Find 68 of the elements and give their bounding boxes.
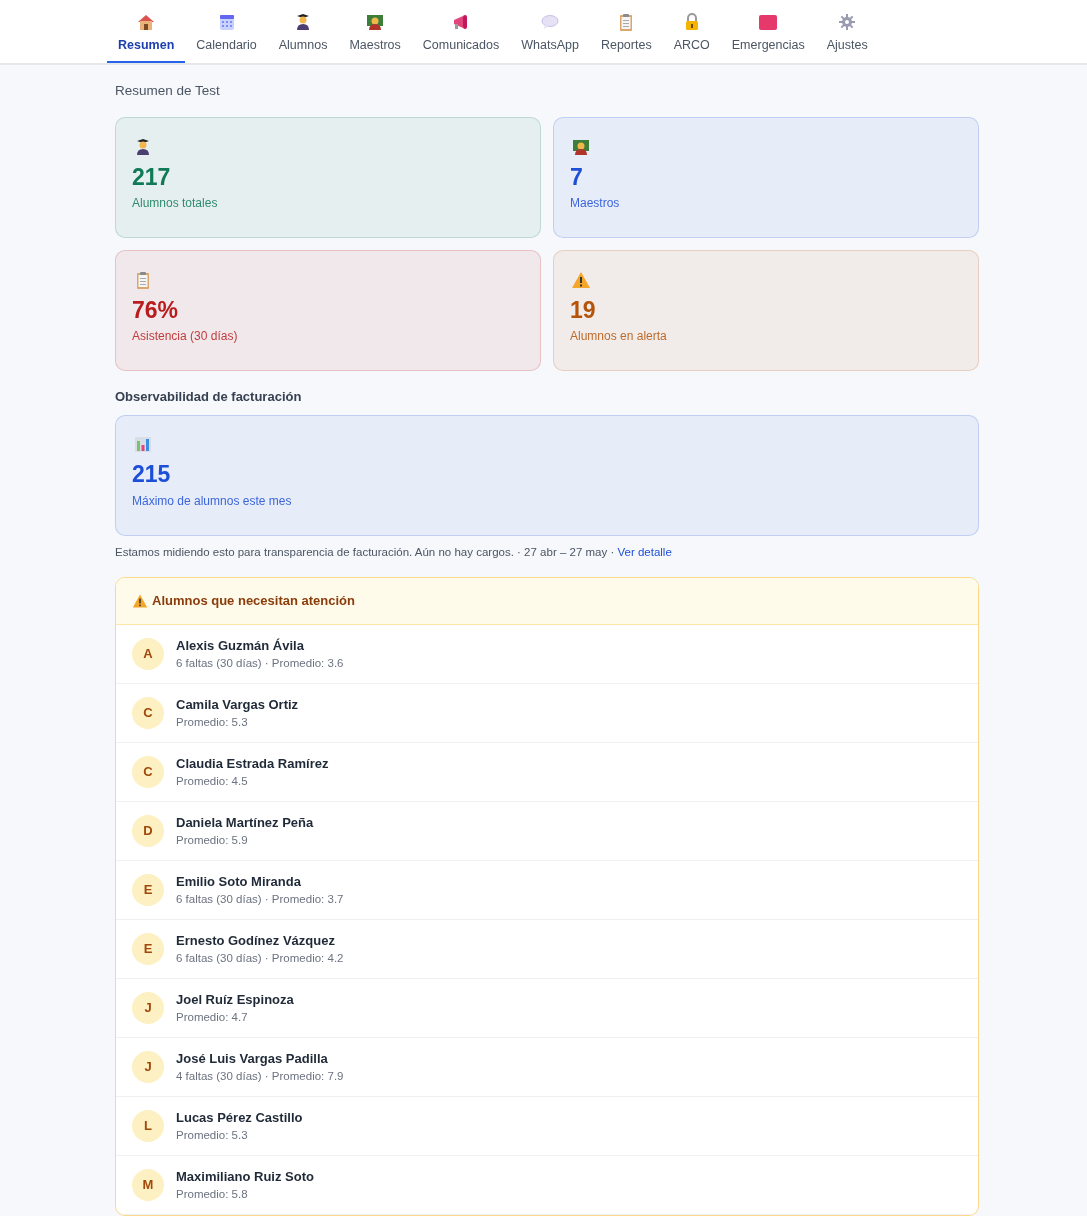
student-name: Emilio Soto Miranda	[176, 872, 302, 891]
stat-value: 215	[132, 462, 172, 488]
panel-title: Alumnos que necesitan atención	[152, 592, 355, 611]
nav-tab[interactable]: Alumnos	[267, 0, 339, 63]
student-row[interactable]: C Camila Vargas Ortiz Promedio: 5.3	[116, 684, 978, 743]
student-name: Claudia Estrada Ramírez	[176, 754, 329, 773]
stat-value: 217	[132, 164, 172, 191]
nav-tab[interactable]: ARCO	[662, 0, 721, 63]
student-detail: Promedio: 5.8	[176, 1187, 249, 1203]
nav-tab[interactable]: Maestros	[338, 0, 412, 63]
bar-chart-icon	[132, 434, 154, 455]
stat-label: Máximo de alumnos este mes	[132, 492, 293, 510]
student-name: Joel Ruíz Espinoza	[176, 990, 294, 1009]
student-name: Ernesto Godínez Vázquez	[176, 931, 336, 950]
student-detail: 6 faltas (30 días) · Promedio: 3.6	[176, 656, 344, 672]
avatar: M	[132, 1169, 164, 1201]
student-name: Lucas Pérez Castillo	[176, 1108, 303, 1127]
nav-tab[interactable]: Resumen	[107, 0, 186, 63]
teacher-icon	[365, 12, 386, 33]
avatar: D	[132, 815, 164, 847]
student-detail: Promedio: 5.3	[176, 1128, 249, 1144]
nav-tab[interactable]: WhatsApp	[510, 0, 590, 63]
student-row[interactable]: E Ernesto Godínez Vázquez 6 faltas (30 días) · Promedio: 4.2	[116, 920, 978, 979]
student-row[interactable]: J José Luis Vargas Padilla 4 faltas (30 días) · Promedio: 7.9	[116, 1038, 978, 1097]
avatar: A	[132, 638, 164, 670]
avatar: L	[132, 1110, 164, 1142]
student-name: Daniela Martínez Peña	[176, 813, 314, 832]
student-detail: Promedio: 5.3	[176, 715, 249, 731]
stat-label: Asistencia (30 días)	[132, 328, 239, 346]
student-name: Maximiliano Ruiz Soto	[176, 1167, 314, 1186]
student-row[interactable]: A Alexis Guzmán Ávila 6 faltas (30 días) · Promedio: 3.6	[116, 625, 978, 684]
avatar: E	[132, 933, 164, 965]
student-name: Alexis Guzmán Ávila	[176, 636, 305, 655]
student-name: Camila Vargas Ortiz	[176, 695, 299, 714]
avatar: E	[132, 874, 164, 906]
student-detail: Promedio: 5.9	[176, 833, 249, 849]
nav-tab[interactable]: Reportes	[589, 0, 663, 63]
page-title: Resumen de Test	[115, 82, 221, 100]
billing-note: Estamos midiendo esto para transparencia de facturación. Aún no hay cargos. · 27 abr – 27 may · Ver detalle	[115, 544, 673, 560]
avatar: J	[132, 992, 164, 1024]
stat-value: 7	[570, 164, 584, 191]
avatar: J	[132, 1051, 164, 1083]
avatar: C	[132, 756, 164, 788]
nav-tab[interactable]: Ajustes	[815, 0, 879, 63]
student-detail: 6 faltas (30 días) · Promedio: 3.7	[176, 892, 344, 908]
student-detail: 4 faltas (30 días) · Promedio: 7.9	[176, 1069, 344, 1085]
student-row[interactable]: E Emilio Soto Miranda 6 faltas (30 días) · Promedio: 3.7	[116, 861, 978, 920]
student-row[interactable]: C Claudia Estrada Ramírez Promedio: 4.5	[116, 743, 978, 802]
avatar: C	[132, 697, 164, 729]
stat-value: 76%	[132, 297, 180, 324]
stat-label: Alumnos totales	[132, 195, 219, 213]
nav-tab[interactable]: Calendario	[185, 0, 268, 63]
student-detail: Promedio: 4.7	[176, 1010, 249, 1026]
stat-label: Alumnos en alerta	[570, 328, 668, 346]
student-name: José Luis Vargas Padilla	[176, 1049, 329, 1068]
student-row[interactable]: L Lucas Pérez Castillo Promedio: 5.3	[116, 1097, 978, 1156]
student-row[interactable]: M Maximiliano Ruiz Soto Promedio: 5.8	[116, 1156, 978, 1215]
student-detail: Promedio: 4.5	[176, 774, 249, 790]
stat-label: Maestros	[570, 195, 621, 213]
gear-icon	[837, 12, 858, 33]
nav-tab[interactable]: Comunicados	[411, 0, 511, 63]
detail-link[interactable]: Ver detalle	[617, 545, 672, 558]
student-row[interactable]: J Joel Ruíz Espinoza Promedio: 4.7	[116, 979, 978, 1038]
student-row[interactable]: D Daniela Martínez Peña Promedio: 5.9	[116, 802, 978, 861]
student-detail: 6 faltas (30 días) · Promedio: 4.2	[176, 951, 344, 967]
nav-tab[interactable]: Emergencias	[720, 0, 816, 63]
stat-value: 19	[570, 297, 597, 324]
section-heading: Observabilidad de facturación	[115, 388, 303, 407]
